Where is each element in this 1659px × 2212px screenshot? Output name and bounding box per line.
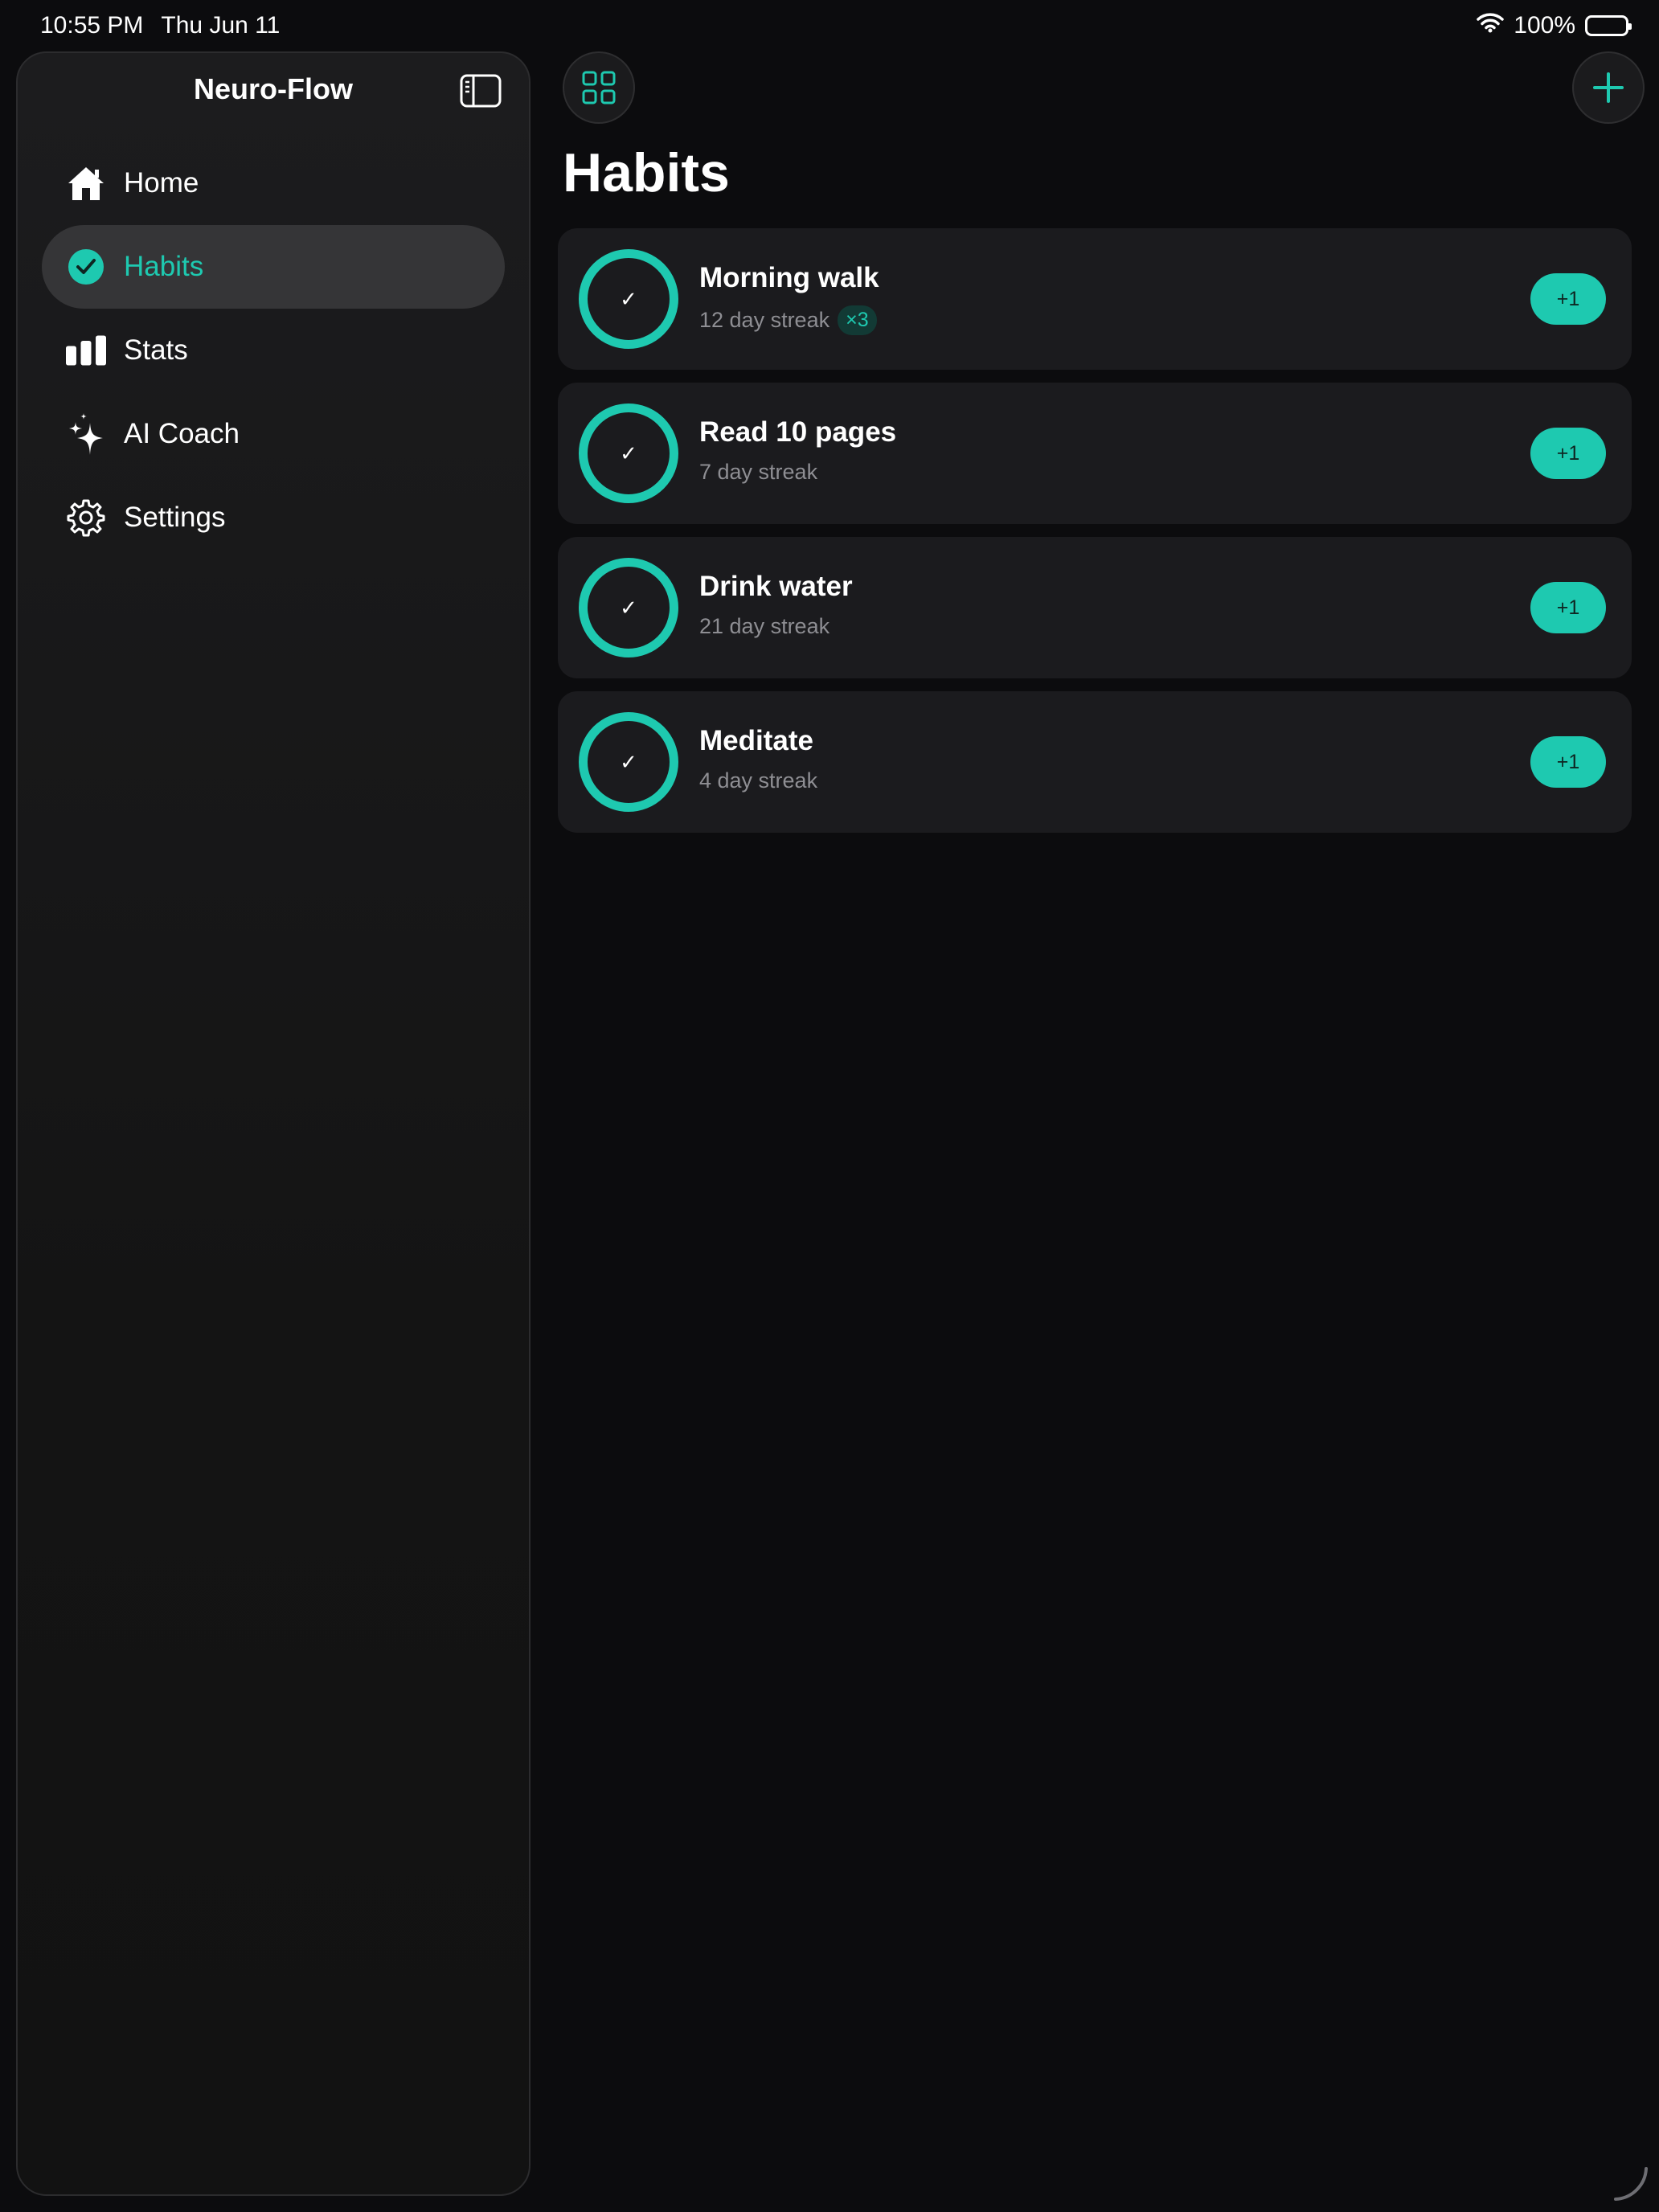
sparkles-icon [66, 413, 106, 455]
habit-complete-toggle[interactable]: ✓ [579, 558, 678, 657]
habit-name: Read 10 pages [699, 416, 897, 448]
sidebar-header: Neuro-Flow [18, 53, 529, 125]
wifi-icon [1477, 12, 1505, 39]
status-right: 100% [1477, 12, 1632, 39]
sidebar-title: Neuro-Flow [194, 72, 353, 105]
habit-name: Meditate [699, 725, 813, 756]
status-left: 10:55 PM Thu Jun 11 [40, 12, 280, 39]
multiplier-badge: ×3 [838, 305, 877, 335]
plus-icon [1593, 72, 1624, 103]
sidebar-item-settings[interactable]: Settings [42, 476, 505, 559]
sidebar-item-stats[interactable]: Stats [42, 309, 505, 392]
app-screen: 10:55 PM Thu Jun 11 100% Neuro-Flow Home… [0, 0, 1659, 2212]
increment-button[interactable]: +1 [1530, 428, 1606, 479]
bar-chart-icon [66, 330, 106, 371]
sidebar: Neuro-Flow Home Habits Stats AI Coach Se… [16, 51, 530, 2196]
habit-text: Drink water 21 day streak [699, 571, 853, 639]
check-icon: ✓ [620, 440, 637, 465]
habit-card-read-10-pages[interactable]: ✓ Read 10 pages 7 day streak +1 [558, 383, 1632, 524]
sidebar-item-label: AI Coach [124, 418, 240, 449]
habit-card-morning-walk[interactable]: ✓ Morning walk 12 day streak ×3 +1 [558, 228, 1632, 370]
check-icon: ✓ [620, 286, 637, 311]
status-date: Thu Jun 11 [161, 12, 281, 39]
checkmark-circle-icon [66, 247, 106, 287]
grid-icon [582, 71, 616, 104]
add-habit-button[interactable] [1572, 51, 1645, 124]
increment-button[interactable]: +1 [1530, 582, 1606, 633]
status-bar: 10:55 PM Thu Jun 11 100% [0, 0, 1659, 51]
habit-subtitle: 21 day streak [699, 614, 853, 639]
sidebar-item-label: Settings [124, 502, 226, 533]
sidebar-item-label: Home [124, 167, 199, 199]
resize-handle-icon [1614, 2167, 1648, 2201]
habit-complete-toggle[interactable]: ✓ [579, 249, 678, 349]
sidebar-toggle-icon [460, 74, 502, 108]
sidebar-item-label: Habits [124, 251, 204, 282]
sidebar-nav: Home Habits Stats AI Coach Settings [18, 141, 529, 559]
sidebar-item-habits[interactable]: Habits [42, 225, 505, 309]
gear-icon [66, 498, 106, 538]
habit-streak: 7 day streak [699, 460, 818, 484]
grid-view-button[interactable] [563, 51, 635, 124]
habit-subtitle: 7 day streak [699, 460, 896, 485]
habit-name: Drink water [699, 571, 853, 602]
habit-card-meditate[interactable]: ✓ Meditate 4 day streak +1 [558, 691, 1632, 833]
sidebar-item-home[interactable]: Home [42, 141, 505, 225]
sidebar-item-ai-coach[interactable]: AI Coach [42, 392, 505, 476]
battery-icon [1585, 15, 1632, 36]
house-icon [66, 163, 106, 203]
habit-subtitle: 12 day streak ×3 [699, 305, 879, 335]
habit-card-drink-water[interactable]: ✓ Drink water 21 day streak +1 [558, 537, 1632, 678]
habit-list: ✓ Morning walk 12 day streak ×3 +1 ✓ Rea… [558, 228, 1632, 846]
habit-streak: 21 day streak [699, 614, 830, 638]
check-icon: ✓ [620, 595, 637, 620]
increment-button[interactable]: +1 [1530, 736, 1606, 788]
battery-percent: 100% [1514, 12, 1575, 39]
habit-complete-toggle[interactable]: ✓ [579, 403, 678, 503]
habit-text: Morning walk 12 day streak ×3 [699, 262, 879, 335]
habit-text: Meditate 4 day streak [699, 725, 817, 793]
status-time: 10:55 PM [40, 12, 144, 39]
increment-button[interactable]: +1 [1530, 273, 1606, 325]
check-icon: ✓ [620, 749, 637, 774]
habit-text: Read 10 pages 7 day streak [699, 416, 896, 485]
habit-streak: 4 day streak [699, 768, 818, 793]
habit-subtitle: 4 day streak [699, 768, 817, 793]
habit-streak: 12 day streak [699, 308, 830, 332]
sidebar-toggle-button[interactable] [460, 74, 502, 108]
habit-complete-toggle[interactable]: ✓ [579, 712, 678, 812]
page-title: Habits [563, 142, 730, 203]
habit-name: Morning walk [699, 262, 879, 293]
sidebar-item-label: Stats [124, 334, 188, 366]
